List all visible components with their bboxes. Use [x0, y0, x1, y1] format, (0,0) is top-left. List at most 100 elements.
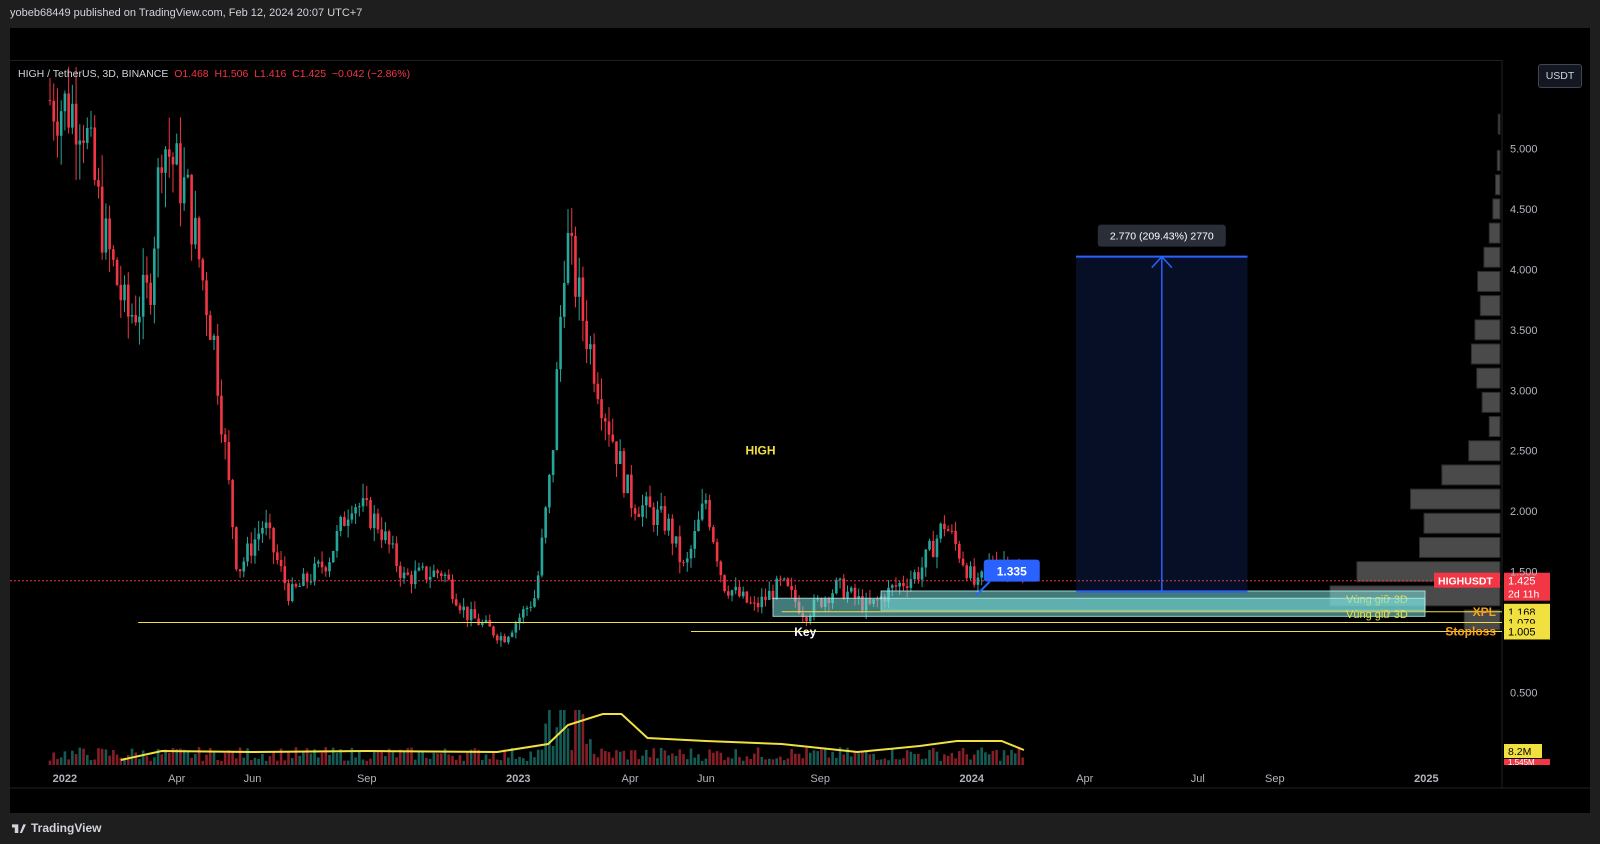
- candles-group: [48, 66, 1024, 647]
- volume-bar: [600, 748, 603, 765]
- volume-bar: [775, 758, 779, 765]
- candle-body: [570, 232, 574, 236]
- tradingview-brand: TradingView: [31, 821, 102, 835]
- candle-body: [488, 620, 492, 627]
- volume-bar: [100, 748, 104, 765]
- volume-bar: [529, 751, 533, 765]
- symbol-label[interactable]: HIGH / TetherUS, 3D, BINANCE: [18, 68, 168, 80]
- volume-bar: [264, 760, 268, 765]
- volume-bar: [246, 748, 249, 765]
- volume-profile-bar: [1495, 174, 1501, 196]
- chart-frame[interactable]: Vùng giữ 3DVùng giữ 3DXPL1.1681.079Stopl…: [10, 28, 1590, 813]
- volume-profile-bar: [1483, 246, 1501, 268]
- volume-bar: [428, 758, 432, 765]
- candle-body: [842, 578, 846, 599]
- volume-bar: [857, 753, 860, 765]
- candle-body: [108, 218, 111, 250]
- volume-bar: [820, 749, 823, 765]
- volume-bar: [835, 757, 838, 765]
- candle-body: [749, 602, 752, 604]
- volume-bar: [924, 758, 928, 765]
- tradingview-logo[interactable]: TradingView: [12, 821, 101, 835]
- candle-body: [71, 103, 74, 128]
- candle-body: [145, 274, 149, 283]
- volume-bar: [473, 748, 477, 765]
- price-chart[interactable]: Vùng giữ 3DVùng giữ 3DXPL1.1681.079Stopl…: [10, 28, 1590, 813]
- volume-bar: [261, 753, 264, 765]
- candle-body: [972, 566, 976, 585]
- volume-profile-bar: [1479, 295, 1501, 317]
- volume-bar: [372, 750, 376, 765]
- candle-body: [104, 218, 108, 253]
- candle-body: [208, 315, 212, 341]
- volume-bar: [626, 759, 629, 765]
- candle-body: [656, 509, 659, 525]
- candle-body: [719, 561, 723, 576]
- candle-body: [805, 617, 808, 622]
- volume-profile-bar: [1497, 113, 1501, 135]
- candle-body: [100, 186, 104, 253]
- volume-bar: [462, 760, 465, 765]
- candle-body: [302, 573, 305, 586]
- x-tick-label: Apr: [1076, 773, 1093, 785]
- callout-label: 1.335: [997, 565, 1027, 579]
- candle-body: [138, 316, 141, 323]
- candle-body: [544, 507, 547, 538]
- candle-body: [436, 570, 439, 574]
- currency-button[interactable]: USDT: [1538, 64, 1582, 88]
- candle-body: [164, 149, 167, 173]
- volume-bar: [779, 756, 782, 765]
- volume-bar: [905, 750, 909, 765]
- volume-bar: [425, 757, 428, 765]
- candle-body: [667, 518, 670, 531]
- volume-bar: [756, 747, 760, 765]
- volume-bar: [607, 752, 611, 765]
- candle-body: [581, 277, 585, 321]
- volume-bar: [268, 756, 272, 765]
- candle-body: [592, 344, 596, 384]
- candle-body: [589, 344, 592, 350]
- volume-profile-bar: [1488, 222, 1501, 244]
- volume-profile-bar: [1476, 367, 1501, 389]
- candle-body: [786, 578, 790, 586]
- candle-body: [954, 530, 957, 544]
- volume-bar: [533, 757, 536, 765]
- candle-body: [179, 143, 182, 204]
- volume-bar: [331, 747, 335, 765]
- volume-bar: [659, 747, 663, 765]
- volume-bar: [920, 759, 924, 765]
- volume-bar: [999, 760, 1002, 765]
- volume-bar: [458, 755, 462, 765]
- candle-body: [510, 632, 514, 637]
- volume-bar: [734, 749, 738, 765]
- volume-bar: [108, 755, 111, 765]
- volume-bar: [67, 759, 70, 765]
- volume-group: [48, 710, 1024, 765]
- candle-body: [335, 531, 339, 552]
- volume-bar: [253, 757, 257, 765]
- candle-body: [331, 551, 335, 563]
- volume-bar: [89, 760, 93, 765]
- price-axis: [1502, 60, 1590, 781]
- volume-bar: [272, 751, 275, 765]
- volume-bar: [589, 739, 592, 765]
- volume-bar: [1013, 753, 1017, 765]
- candle-body: [421, 566, 424, 568]
- candle-body: [186, 174, 190, 178]
- volume-bar: [223, 752, 227, 765]
- close-value: C1.425: [292, 68, 327, 80]
- volume-bar: [685, 759, 689, 765]
- volume-bar: [674, 755, 678, 765]
- candle-body: [156, 167, 160, 249]
- volume-bar: [104, 749, 108, 765]
- candle-body: [548, 474, 551, 508]
- volume-bar: [984, 752, 987, 765]
- volume-bar: [611, 757, 615, 765]
- candle-body: [399, 565, 402, 579]
- volume-bar: [965, 754, 969, 765]
- x-tick-label: 2022: [53, 773, 77, 785]
- volume-bar: [1002, 750, 1006, 765]
- volume-bar: [581, 714, 585, 765]
- volume-bar: [764, 759, 767, 765]
- candle-body: [700, 503, 704, 520]
